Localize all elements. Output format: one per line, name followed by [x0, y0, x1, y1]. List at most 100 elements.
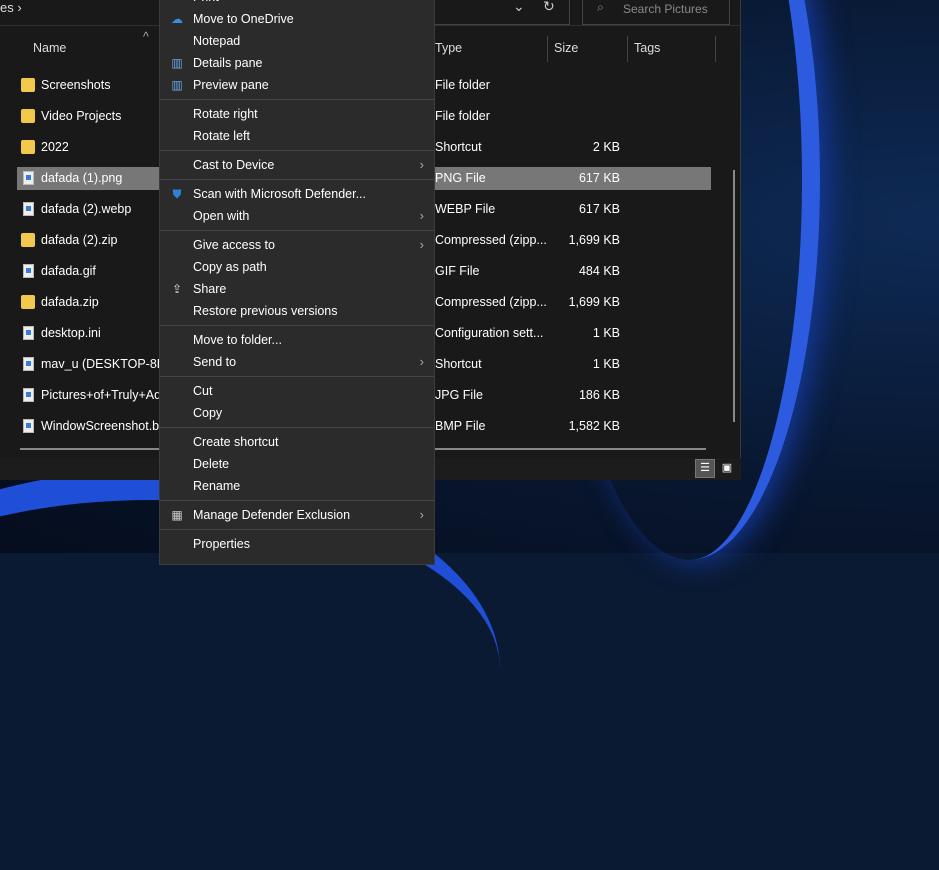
menu-item-label: Restore previous versions	[193, 304, 338, 318]
file-icon	[23, 357, 34, 371]
menu-item-cast-to-device[interactable]: Cast to Device ›	[160, 154, 434, 176]
share-icon: ⇪	[171, 282, 183, 296]
menu-item-label: Cast to Device	[193, 158, 275, 172]
vertical-scrollbar[interactable]	[733, 170, 735, 422]
file-type: GIF File	[435, 264, 480, 278]
file-type: WEBP File	[435, 202, 496, 216]
folder-icon	[21, 140, 35, 154]
menu-item-restore-previous-versions[interactable]: Restore previous versions	[160, 300, 434, 322]
menu-separator	[160, 424, 434, 431]
move-to-onedrive-icon: ☁	[171, 12, 183, 26]
scan-with-microsoft-defender-icon: ⛊	[172, 187, 182, 201]
file-size: 1 KB	[592, 326, 620, 340]
menu-item-copy-as-path[interactable]: Copy as path	[160, 256, 434, 278]
file-type: PNG File	[435, 171, 486, 185]
file-name: Pictures+of+Truly+Ad	[41, 388, 162, 402]
file-type: Configuration sett...	[435, 326, 544, 340]
chevron-down-icon[interactable]: ⌄	[513, 0, 525, 15]
menu-item-scan-with-microsoft-defender[interactable]: ⛊ Scan with Microsoft Defender...	[160, 183, 434, 205]
file-name: dafada.gif	[41, 264, 96, 278]
menu-separator	[160, 147, 434, 154]
menu-item-manage-defender-exclusion[interactable]: ▦ Manage Defender Exclusion ›	[160, 504, 434, 526]
menu-item-preview-pane[interactable]: ▥ Preview pane	[160, 74, 434, 96]
menu-item-send-to[interactable]: Send to ›	[160, 351, 434, 373]
menu-item-share[interactable]: ⇪ Share	[160, 278, 434, 300]
column-header-size[interactable]: Size	[554, 41, 578, 55]
details-view-button[interactable]: ☰	[695, 459, 715, 478]
column-header-name[interactable]: Name	[33, 41, 66, 55]
menu-item-label: Properties	[193, 537, 250, 551]
file-type: JPG File	[435, 388, 483, 402]
breadcrumb[interactable]: es ›	[0, 0, 22, 15]
menu-item-label: Rename	[193, 479, 241, 493]
file-name: Video Projects	[41, 109, 122, 123]
menu-separator	[160, 373, 434, 380]
chevron-right-icon: ›	[419, 237, 424, 252]
column-header-tags[interactable]: Tags	[634, 41, 660, 55]
file-icon	[23, 326, 34, 340]
refresh-icon[interactable]: ↻	[543, 0, 555, 15]
file-size: 617 KB	[578, 202, 620, 216]
menu-item-rotate-right[interactable]: Rotate right	[160, 103, 434, 125]
details-pane-icon: ▥	[171, 56, 183, 70]
file-icon	[23, 264, 34, 278]
menu-separator	[160, 497, 434, 504]
menu-item-give-access-to[interactable]: Give access to ›	[160, 234, 434, 256]
search-input[interactable]: ⌕ Search Pictures	[582, 0, 730, 25]
file-name: 2022	[41, 140, 69, 154]
preview-pane-icon: ▥	[171, 78, 183, 92]
menu-item-label: Cut	[193, 384, 213, 398]
file-type: Shortcut	[435, 357, 482, 371]
menu-separator	[160, 96, 434, 103]
chevron-right-icon: ›	[419, 354, 424, 369]
menu-item-label: Rotate left	[193, 129, 250, 143]
file-size: 1,699 KB	[568, 295, 620, 309]
column-header-type[interactable]: Type	[435, 41, 462, 55]
menu-item-label: Notepad	[193, 34, 241, 48]
menu-item-delete[interactable]: Delete	[160, 453, 434, 475]
chevron-right-icon: ›	[17, 0, 22, 15]
file-name: dafada (2).zip	[41, 233, 118, 247]
file-type: Shortcut	[435, 140, 482, 154]
menu-item-label: Copy as path	[193, 260, 267, 274]
file-type: File folder	[435, 109, 490, 123]
menu-item-label: Give access to	[193, 238, 275, 252]
menu-item-rotate-left[interactable]: Rotate left	[160, 125, 434, 147]
menu-item-properties[interactable]: Properties	[160, 533, 434, 555]
menu-item-print[interactable]: Print	[160, 0, 434, 8]
file-size: 2 KB	[592, 140, 620, 154]
file-name: mav_u (DESKTOP-8PH	[41, 357, 175, 371]
folder-icon	[21, 295, 35, 309]
file-size: 1 KB	[592, 357, 620, 371]
menu-item-move-to-folder[interactable]: Move to folder...	[160, 329, 434, 351]
menu-item-cut[interactable]: Cut	[160, 380, 434, 402]
file-name: dafada.zip	[41, 295, 99, 309]
menu-item-details-pane[interactable]: ▥ Details pane	[160, 52, 434, 74]
menu-item-label: Delete	[193, 457, 230, 471]
menu-item-copy[interactable]: Copy	[160, 402, 434, 424]
menu-item-label: Create shortcut	[193, 435, 279, 449]
menu-item-open-with[interactable]: Open with ›	[160, 205, 434, 227]
context-menu: Print ☁ Move to OneDrive Notepad ▥ Details pa…	[159, 0, 435, 565]
menu-item-label: Move to folder...	[193, 333, 282, 347]
file-size: 1,699 KB	[568, 233, 620, 247]
file-size: 484 KB	[578, 264, 620, 278]
file-type: BMP File	[435, 419, 486, 433]
manage-defender-exclusion-icon: ▦	[171, 508, 183, 522]
search-icon: ⌕	[597, 0, 605, 14]
menu-item-label: Manage Defender Exclusion	[193, 508, 351, 522]
menu-item-label: Details pane	[193, 56, 263, 70]
menu-item-label: Print	[193, 0, 219, 4]
menu-item-move-to-onedrive[interactable]: ☁ Move to OneDrive	[160, 8, 434, 30]
large-icons-view-button[interactable]: ▣	[717, 459, 737, 478]
menu-item-notepad[interactable]: Notepad	[160, 30, 434, 52]
menu-item-create-shortcut[interactable]: Create shortcut	[160, 431, 434, 453]
menu-separator	[160, 227, 434, 234]
file-icon	[23, 419, 34, 433]
menu-item-label: Share	[193, 282, 227, 296]
menu-separator	[160, 526, 434, 533]
file-size: 1,582 KB	[568, 419, 620, 433]
menu-item-rename[interactable]: Rename	[160, 475, 434, 497]
menu-item-label: Preview pane	[193, 78, 269, 92]
file-name: WindowScreenshot.br	[41, 419, 164, 433]
